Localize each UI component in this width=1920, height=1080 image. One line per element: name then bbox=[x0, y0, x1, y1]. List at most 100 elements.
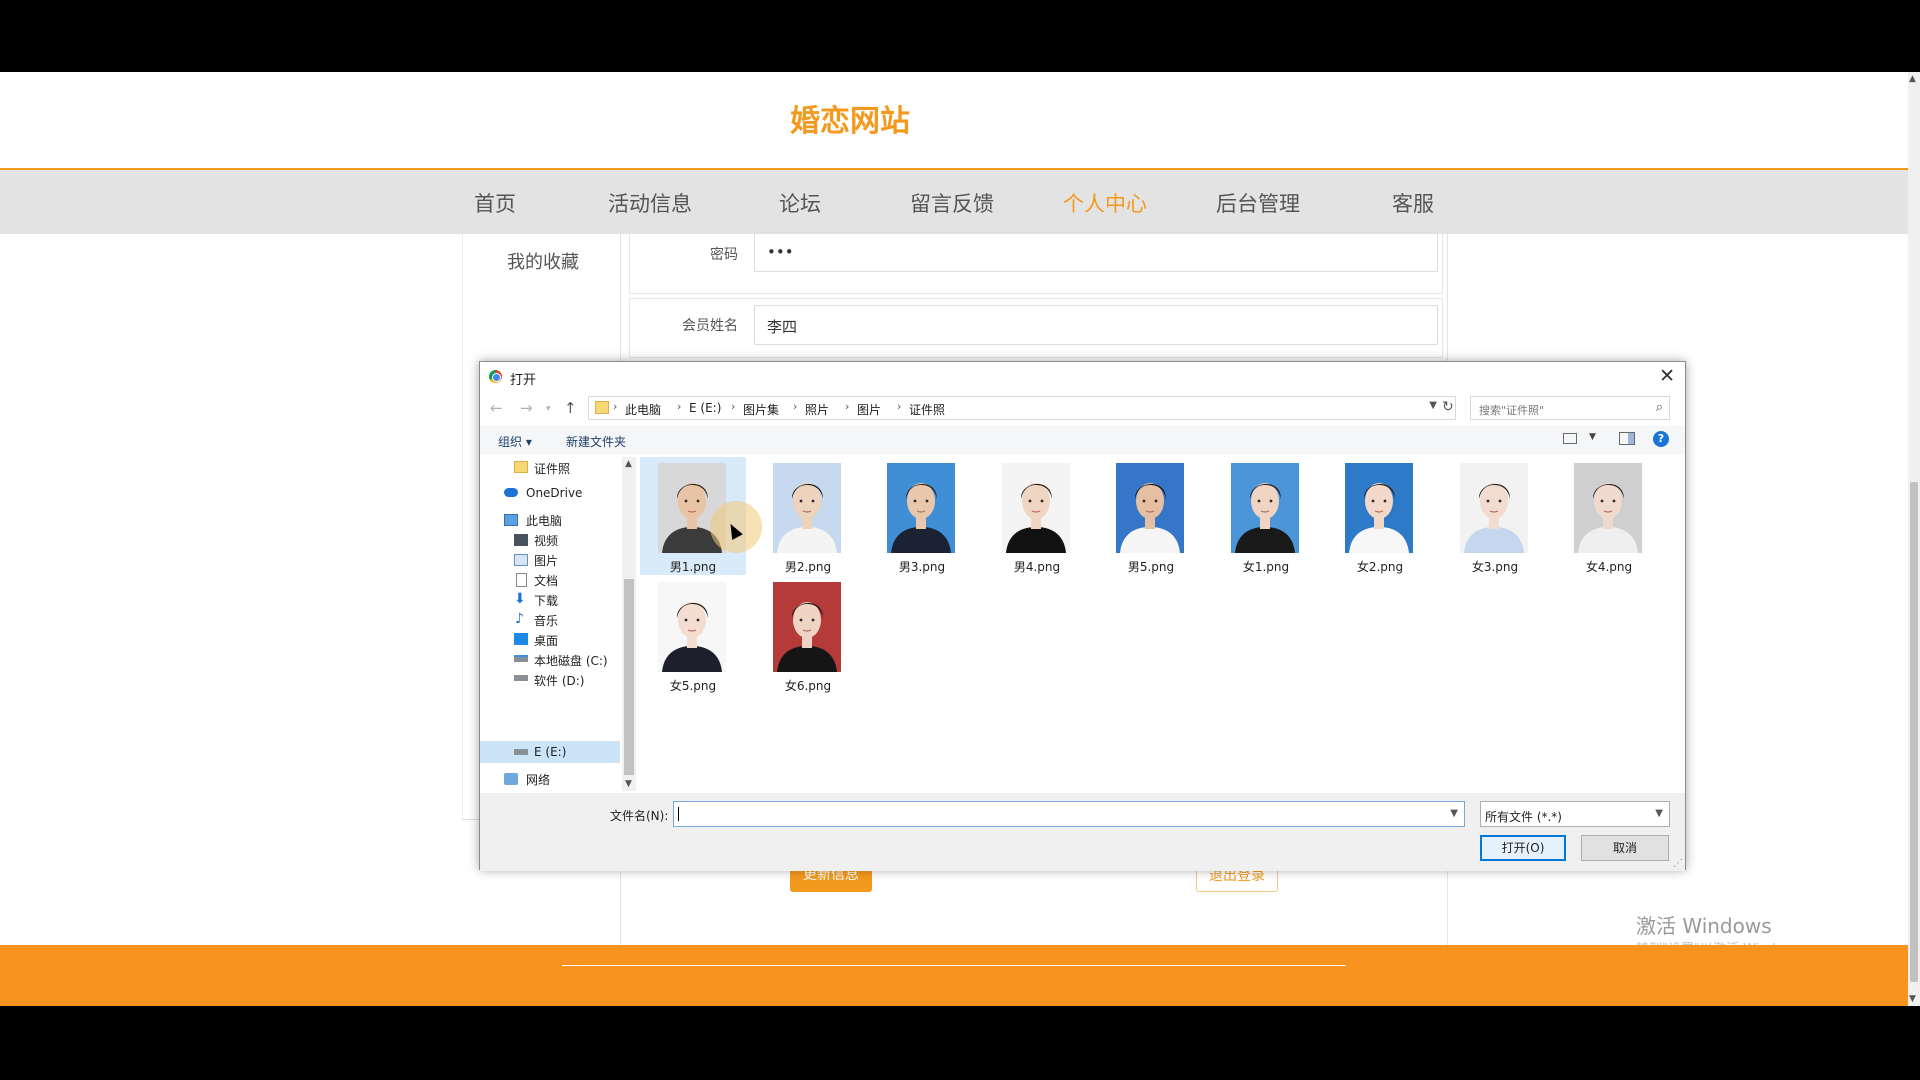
open-button[interactable]: 打开(O) bbox=[1480, 835, 1566, 861]
footer-divider bbox=[562, 965, 1346, 966]
nav-feedback[interactable]: 留言反馈 bbox=[910, 188, 994, 218]
tree-item-music[interactable]: 音乐 bbox=[534, 612, 558, 629]
cancel-button[interactable]: 取消 bbox=[1581, 835, 1669, 861]
site-title: 婚恋网站 bbox=[790, 104, 910, 139]
file-item[interactable]: 女5.png bbox=[640, 576, 746, 694]
chevron-down-icon[interactable]: ▼ bbox=[1589, 432, 1596, 442]
breadcrumb-pictures[interactable]: 图片 bbox=[857, 401, 881, 418]
chevron-right-icon: › bbox=[845, 400, 850, 413]
dialog-titlebar[interactable]: 打开 ✕ bbox=[480, 362, 1685, 392]
breadcrumb-id-photos[interactable]: 证件照 bbox=[909, 401, 945, 418]
video-icon bbox=[514, 534, 528, 546]
sidebar-item-favorites[interactable]: 我的收藏 bbox=[507, 248, 579, 274]
nav-forum[interactable]: 论坛 bbox=[779, 188, 821, 218]
photo-thumbnail-icon bbox=[773, 463, 841, 553]
file-name: 男4.png bbox=[1013, 560, 1061, 574]
breadcrumb-photos[interactable]: 照片 bbox=[805, 401, 829, 418]
tree-item-videos[interactable]: 视频 bbox=[534, 532, 558, 549]
organize-menu[interactable]: 组织 ▾ bbox=[498, 433, 532, 450]
scroll-up-arrow-icon[interactable]: ▲ bbox=[625, 459, 632, 469]
file-item[interactable]: 男5.png bbox=[1098, 457, 1204, 575]
file-item[interactable]: 女1.png bbox=[1213, 457, 1319, 575]
new-folder-button[interactable]: 新建文件夹 bbox=[566, 433, 626, 450]
photo-thumbnail-icon bbox=[1231, 463, 1299, 553]
tree-item-network[interactable]: 网络 bbox=[526, 771, 550, 788]
help-icon[interactable]: ? bbox=[1653, 431, 1669, 447]
refresh-icon[interactable]: ↻ bbox=[1442, 399, 1454, 415]
folder-icon bbox=[514, 461, 528, 473]
filename-input[interactable]: ▼ bbox=[673, 801, 1465, 827]
desktop-icon bbox=[514, 633, 528, 645]
photo-thumbnail-icon bbox=[887, 463, 955, 553]
scroll-down-arrow-icon[interactable]: ▼ bbox=[1909, 994, 1916, 1004]
file-name: 女1.png bbox=[1242, 560, 1290, 574]
file-item[interactable]: 女4.png bbox=[1556, 457, 1662, 575]
video-top-letterbox bbox=[0, 0, 1920, 72]
chevron-down-icon[interactable]: ▼ bbox=[1655, 808, 1663, 819]
photo-thumbnail-icon bbox=[773, 582, 841, 672]
breadcrumb-this-pc[interactable]: 此电脑 bbox=[625, 401, 661, 418]
drive-icon bbox=[514, 675, 528, 681]
tree-item-drive-d[interactable]: 软件 (D:) bbox=[534, 672, 584, 689]
file-item[interactable]: 女6.png bbox=[755, 576, 861, 694]
file-item[interactable]: 男1.png bbox=[640, 457, 762, 575]
password-input[interactable]: ••• bbox=[754, 232, 1438, 272]
tree-scrollbar[interactable]: ▲ ▼ bbox=[622, 457, 636, 791]
cloud-icon bbox=[504, 488, 518, 497]
scroll-up-arrow-icon[interactable]: ▲ bbox=[1909, 74, 1916, 84]
tree-item-this-pc[interactable]: 此电脑 bbox=[526, 512, 562, 529]
search-icon[interactable]: ⌕ bbox=[1656, 400, 1663, 415]
computer-icon bbox=[504, 514, 518, 526]
chevron-right-icon: › bbox=[793, 400, 798, 413]
address-row: ← → ▾ ↑ › 此电脑 › E (E:) › 图片集 › 照片 › 图片 ›… bbox=[480, 396, 1685, 424]
filetype-select[interactable]: 所有文件 (*.*) ▼ bbox=[1480, 801, 1670, 827]
chevron-down-icon[interactable]: ▼ bbox=[1429, 400, 1437, 411]
tree-item-desktop[interactable]: 桌面 bbox=[534, 632, 558, 649]
photo-thumbnail-icon bbox=[1460, 463, 1528, 553]
page-scroll-thumb[interactable] bbox=[1910, 482, 1918, 982]
file-item[interactable]: 女3.png bbox=[1442, 457, 1548, 575]
tree-item-downloads[interactable]: 下载 bbox=[534, 592, 558, 609]
forward-arrow-icon[interactable]: → bbox=[520, 399, 533, 417]
page-scrollbar[interactable]: ▲ ▼ bbox=[1908, 72, 1920, 1006]
network-icon bbox=[504, 773, 518, 785]
scroll-down-arrow-icon[interactable]: ▼ bbox=[625, 779, 632, 789]
file-name: 男3.png bbox=[898, 560, 946, 574]
chevron-down-icon[interactable]: ▼ bbox=[1450, 808, 1458, 819]
nav-home[interactable]: 首页 bbox=[474, 188, 516, 218]
tree-item-id-photos[interactable]: 证件照 bbox=[534, 460, 570, 477]
file-item[interactable]: 女2.png bbox=[1327, 457, 1433, 575]
search-input[interactable]: 搜索"证件照" ⌕ bbox=[1470, 396, 1670, 420]
file-item[interactable]: 男2.png bbox=[755, 457, 861, 575]
address-bar[interactable]: › 此电脑 › E (E:) › 图片集 › 照片 › 图片 › 证件照 ▼ bbox=[588, 396, 1456, 420]
nav-customer-service[interactable]: 客服 bbox=[1392, 188, 1434, 218]
member-name-input[interactable]: 李四 bbox=[754, 305, 1438, 345]
preview-pane-icon[interactable] bbox=[1619, 432, 1635, 445]
tree-item-pictures[interactable]: 图片 bbox=[534, 552, 558, 569]
resize-grip-icon[interactable]: ⋰ bbox=[1673, 858, 1683, 869]
nav-admin[interactable]: 后台管理 bbox=[1216, 188, 1300, 218]
nav-activities[interactable]: 活动信息 bbox=[608, 188, 692, 218]
filename-label: 文件名(N): bbox=[610, 809, 669, 823]
tree-item-documents[interactable]: 文档 bbox=[534, 572, 558, 589]
back-arrow-icon[interactable]: ← bbox=[490, 399, 503, 417]
tree-item-drive-e[interactable]: E (E:) bbox=[534, 745, 566, 759]
photo-thumbnail-icon bbox=[1574, 463, 1642, 553]
recent-dropdown-icon[interactable]: ▾ bbox=[546, 404, 551, 414]
breadcrumb-gallery[interactable]: 图片集 bbox=[743, 401, 779, 418]
up-arrow-icon[interactable]: ↑ bbox=[564, 399, 577, 417]
file-item[interactable]: 男3.png bbox=[869, 457, 975, 575]
tree-scroll-thumb[interactable] bbox=[624, 579, 634, 775]
breadcrumb-drive-e[interactable]: E (E:) bbox=[689, 401, 721, 415]
dialog-title: 打开 bbox=[510, 373, 537, 388]
music-icon: ♪ bbox=[515, 611, 524, 627]
chevron-right-icon: › bbox=[731, 400, 736, 413]
close-icon[interactable]: ✕ bbox=[1659, 365, 1675, 387]
file-item[interactable]: 男4.png bbox=[984, 457, 1090, 575]
nav-personal-center[interactable]: 个人中心 bbox=[1063, 188, 1147, 218]
tree-item-onedrive[interactable]: OneDrive bbox=[526, 486, 582, 500]
view-mode-icon[interactable] bbox=[1563, 433, 1577, 444]
chevron-right-icon: › bbox=[677, 400, 682, 413]
tree-item-drive-c[interactable]: 本地磁盘 (C:) bbox=[534, 652, 608, 669]
chevron-right-icon: › bbox=[613, 400, 618, 413]
